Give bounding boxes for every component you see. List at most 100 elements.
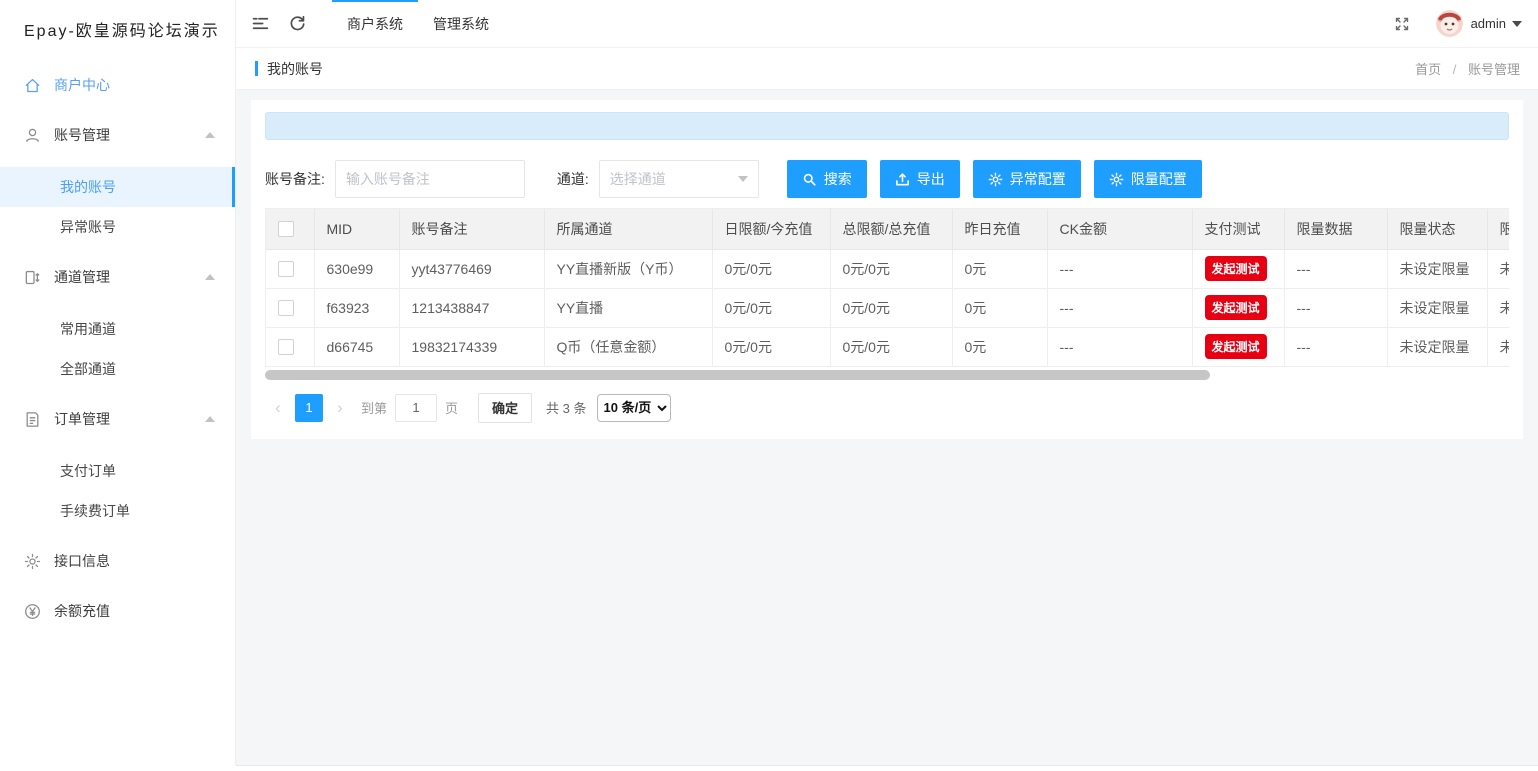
sidebar-item-label: 商户中心 (54, 75, 110, 95)
chevron-up-icon (205, 274, 215, 280)
cell-limit_data: --- (1284, 288, 1387, 327)
accounts-table-wrap: MID账号备注所属通道日限额/今充值总限额/总充值昨日充值CK金额支付测试限量数… (265, 208, 1509, 367)
sidebar-item-label: 账号管理 (54, 125, 110, 145)
cell-total_limit: 0元/0元 (830, 327, 952, 366)
sidebar-toggle-icon[interactable] (252, 15, 269, 32)
abnormal-config-button[interactable]: 异常配置 (973, 160, 1081, 198)
pay-test-button[interactable]: 发起测试 (1205, 256, 1267, 281)
sidebar-item-account-management[interactable]: 账号管理 (0, 115, 235, 155)
cell-checkbox (266, 249, 314, 288)
search-icon (802, 172, 817, 187)
sidebar-item-api-info[interactable]: 接口信息 (0, 541, 235, 581)
chevron-down-icon (738, 176, 748, 182)
cell-channel: Q币（任意金额） (544, 327, 712, 366)
page-size-select[interactable]: 10 条/页 (597, 394, 671, 422)
sidebar-item-merchant-center[interactable]: 商户中心 (0, 65, 235, 105)
table-row: f639231213438847YY直播0元/0元0元/0元0元---发起测试-… (266, 288, 1509, 327)
sidebar-subitem-abnormal-accounts[interactable]: 异常账号 (0, 207, 235, 247)
row-checkbox[interactable] (278, 261, 294, 277)
avatar[interactable] (1436, 10, 1463, 37)
tab-admin-system[interactable]: 管理系统 (418, 0, 504, 48)
cell-total_limit: 0元/0元 (830, 288, 952, 327)
tab-merchant-system[interactable]: 商户系统 (332, 0, 418, 48)
sidebar-menu: 商户中心账号管理我的账号异常账号通道管理常用通道全部通道订单管理支付订单手续费订… (0, 65, 235, 631)
chevron-up-icon (205, 132, 215, 138)
cell-limit_data: --- (1284, 249, 1387, 288)
title-accent-bar (255, 61, 258, 76)
refresh-icon[interactable] (289, 15, 306, 32)
cell-daily_limit: 0元/0元 (712, 327, 830, 366)
cell-mid: 630e99 (314, 249, 399, 288)
breadcrumb-bar: 我的账号 首页 / 账号管理 (236, 48, 1538, 90)
cell-pay_test: 发起测试 (1192, 249, 1284, 288)
channel-select[interactable]: 选择通道 (599, 160, 759, 198)
pay-test-button[interactable]: 发起测试 (1205, 334, 1267, 359)
search-button[interactable]: 搜索 (787, 160, 867, 198)
cell-pay_test: 发起测试 (1192, 288, 1284, 327)
remark-input[interactable] (335, 160, 525, 198)
column-header-limit_status: 限量状态 (1387, 209, 1487, 249)
page-jump-input[interactable] (395, 394, 437, 422)
sidebar: Epay-欧皇源码论坛演示 商户中心账号管理我的账号异常账号通道管理常用通道全部… (0, 0, 236, 765)
sidebar-item-balance-recharge[interactable]: 余额充值 (0, 591, 235, 631)
cell-limit_status: 未设定限量 (1387, 288, 1487, 327)
column-header-daily_limit: 日限额/今充值 (712, 209, 830, 249)
cell-checkbox (266, 327, 314, 366)
column-header-total_limit: 总限额/总充值 (830, 209, 952, 249)
gear-icon (24, 553, 41, 570)
page-number-button[interactable]: 1 (295, 394, 323, 422)
cell-ck_amount: --- (1047, 288, 1192, 327)
home-icon (24, 77, 41, 94)
sidebar-item-channel-management[interactable]: 通道管理 (0, 257, 235, 297)
next-page-button[interactable]: › (327, 398, 353, 418)
page-title-block: 我的账号 (255, 59, 323, 79)
cell-remark: 19832174339 (399, 327, 544, 366)
chevron-down-icon[interactable] (1512, 21, 1522, 27)
fullscreen-icon[interactable] (1394, 16, 1410, 32)
cell-mid: d66745 (314, 327, 399, 366)
jump-prefix-label: 到第 (361, 398, 387, 417)
chevron-up-icon (205, 416, 215, 422)
select-all-checkbox[interactable] (278, 221, 294, 237)
cell-remark: 1213438847 (399, 288, 544, 327)
sidebar-subitem-fee-orders[interactable]: 手续费订单 (0, 491, 235, 531)
export-button[interactable]: 导出 (880, 160, 960, 198)
page-footer (236, 765, 1538, 771)
alert-banner (265, 112, 1509, 140)
pagination: ‹ 1 › 到第 页 确定 共 3 条 10 条/页 (265, 393, 1509, 423)
cell-total_limit: 0元/0元 (830, 249, 952, 288)
column-header-pay_test: 支付测试 (1192, 209, 1284, 249)
cell-checkbox (266, 288, 314, 327)
export-icon (895, 172, 910, 187)
column-header-remark: 账号备注 (399, 209, 544, 249)
cell-channel: YY直播 (544, 288, 712, 327)
submenu-order-management: 支付订单手续费订单 (0, 451, 235, 531)
gear-icon (1109, 172, 1124, 187)
cell-limit_data: --- (1284, 327, 1387, 366)
sidebar-item-order-management[interactable]: 订单管理 (0, 399, 235, 439)
horizontal-scrollbar (265, 370, 1509, 380)
table-header-row: MID账号备注所属通道日限额/今充值总限额/总充值昨日充值CK金额支付测试限量数… (266, 209, 1509, 249)
app-logo: Epay-欧皇源码论坛演示 (0, 0, 235, 41)
confirm-button[interactable]: 确定 (478, 393, 532, 423)
user-icon (24, 127, 41, 144)
sidebar-subitem-payment-orders[interactable]: 支付订单 (0, 451, 235, 491)
sidebar-subitem-all-channels[interactable]: 全部通道 (0, 349, 235, 389)
admin-username[interactable]: admin (1471, 16, 1506, 31)
sidebar-subitem-common-channels[interactable]: 常用通道 (0, 309, 235, 349)
limit-config-button[interactable]: 限量配置 (1094, 160, 1202, 198)
submenu-account-management: 我的账号异常账号 (0, 167, 235, 247)
sidebar-item-label: 余额充值 (54, 601, 110, 621)
system-tabs: 商户系统管理系统 (332, 0, 504, 48)
channel-select-placeholder: 选择通道 (610, 169, 738, 189)
cell-ck_amount: --- (1047, 249, 1192, 288)
column-header-limit_extra: 限 (1487, 209, 1509, 249)
sidebar-subitem-my-accounts[interactable]: 我的账号 (0, 167, 235, 207)
scrollbar-thumb[interactable] (265, 370, 1210, 380)
pay-test-button[interactable]: 发起测试 (1205, 295, 1267, 320)
prev-page-button[interactable]: ‹ (265, 398, 291, 418)
cell-limit_extra: 未 (1487, 288, 1509, 327)
row-checkbox[interactable] (278, 300, 294, 316)
row-checkbox[interactable] (278, 339, 294, 355)
breadcrumb-home[interactable]: 首页 (1415, 62, 1441, 77)
